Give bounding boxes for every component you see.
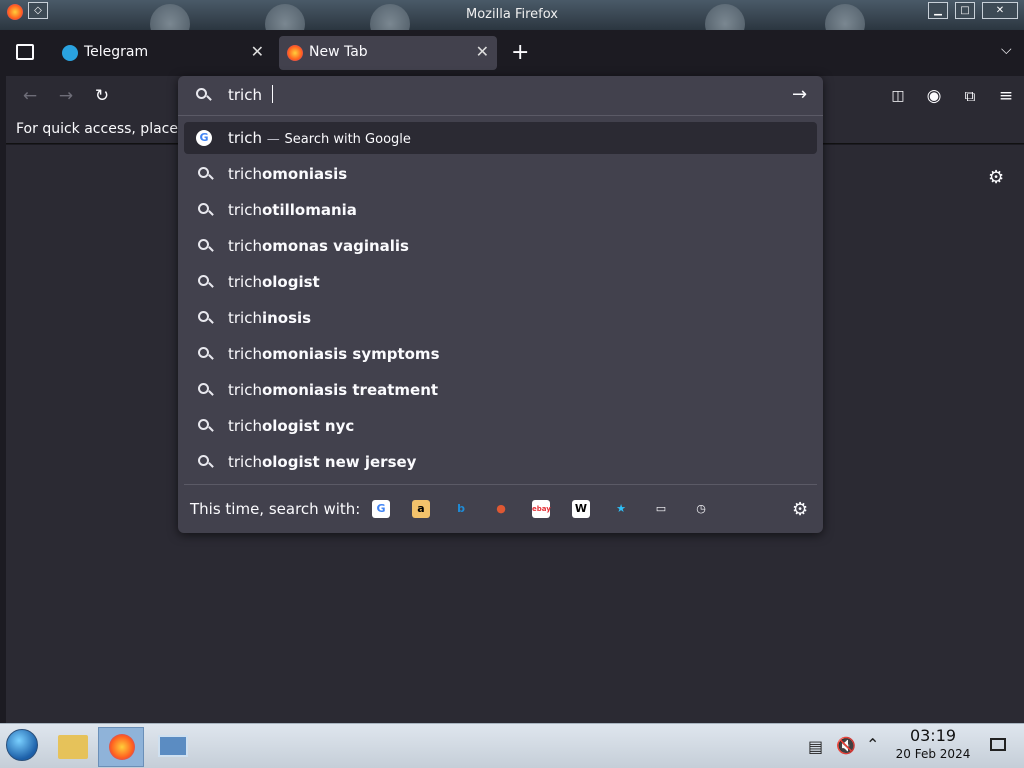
suggestion-prefix: trich — [228, 237, 262, 255]
suggestion-row[interactable]: trichomonas vaginalis — [184, 230, 817, 262]
suggestion-prefix: trich — [228, 453, 262, 471]
file-manager-icon[interactable] — [50, 727, 96, 767]
suggestion-row[interactable]: trichomoniasis — [184, 158, 817, 190]
tab-telegram[interactable]: Telegram ✕ — [54, 36, 272, 70]
close-window-button[interactable]: ✕ — [982, 2, 1018, 19]
firefox-taskbar-icon[interactable] — [98, 727, 144, 767]
suggestion-row[interactable]: trichologist new jersey — [184, 446, 817, 478]
google-icon: G — [196, 130, 212, 146]
page-settings-gear-icon[interactable]: ⚙ — [988, 167, 1004, 188]
close-tab-icon[interactable]: ✕ — [251, 42, 264, 61]
urlbar-input[interactable]: trich → — [178, 76, 823, 116]
suggestion-completion: omoniasis treatment — [261, 381, 439, 399]
search-icon — [198, 275, 214, 290]
bookmarks-star-icon[interactable]: ★ — [612, 500, 630, 518]
urlbar-dropdown: trich → G trich — Search with Google tri… — [178, 76, 823, 533]
suggestion-prefix: trich — [228, 309, 262, 327]
tab-strip: Telegram ✕ New Tab ✕ + ⌵ — [0, 30, 1024, 76]
suggestion-completion: omoniasis — [261, 165, 348, 183]
tray-expand-chevron-icon[interactable]: ⌃ — [866, 735, 879, 754]
oneoff-divider — [184, 484, 817, 485]
clock-date[interactable]: 20 Feb 2024 — [890, 747, 976, 761]
suggestion-row[interactable]: trichomoniasis treatment — [184, 374, 817, 406]
forward-arrow-icon[interactable]: → — [56, 86, 76, 106]
volume-muted-icon[interactable]: 🔇 — [836, 736, 856, 755]
ebay-icon[interactable]: ebay — [532, 500, 551, 518]
suggestion-completion: ologist — [261, 273, 320, 291]
suggestion-prefix: trich — [228, 201, 262, 219]
search-icon — [198, 239, 214, 254]
pocket-icon[interactable]: ◫ — [888, 86, 908, 106]
suggestion-row[interactable]: trichinosis — [184, 302, 817, 334]
wikipedia-icon[interactable]: W — [572, 500, 590, 518]
suggestion-completion: ologist new jersey — [261, 453, 417, 471]
heuristic-result-row[interactable]: G trich — Search with Google — [184, 122, 817, 154]
bookmarks-empty-hint: For quick access, place y — [16, 121, 191, 137]
clock-time[interactable]: 03:19 — [898, 726, 968, 745]
firefox-icon — [287, 45, 303, 61]
result-separator: — — [266, 132, 280, 147]
suggestion-prefix: trich — [228, 417, 262, 435]
text-caret — [272, 85, 273, 103]
search-icon — [198, 167, 214, 182]
go-arrow-icon[interactable]: → — [792, 84, 807, 105]
search-icon — [198, 383, 214, 398]
maximize-button[interactable]: □ — [955, 2, 975, 19]
tab-label: New Tab — [309, 44, 368, 60]
search-settings-gear-icon[interactable]: ⚙ — [792, 499, 808, 520]
google-icon[interactable]: G — [372, 500, 390, 518]
search-icon — [198, 419, 214, 434]
taskbar: ▤ 🔇 ⌃ 03:19 20 Feb 2024 — [0, 723, 1024, 768]
suggestion-completion: inosis — [261, 309, 312, 327]
list-all-tabs-chevron-icon[interactable]: ⌵ — [1001, 42, 1012, 58]
close-tab-icon[interactable]: ✕ — [476, 42, 489, 61]
tab-new-tab[interactable]: New Tab ✕ — [279, 36, 497, 70]
suggestion-row[interactable]: trichomoniasis symptoms — [184, 338, 817, 370]
result-term: trich — [228, 129, 262, 147]
oneoff-label: This time, search with: — [190, 500, 361, 518]
suggestion-row[interactable]: trichologist nyc — [184, 410, 817, 442]
control-panel-icon[interactable] — [150, 727, 196, 767]
suggestion-completion: ologist nyc — [261, 417, 355, 435]
suggestion-completion: otillomania — [261, 201, 357, 219]
window-titlebar: ◇ Mozilla Firefox ▁ □ ✕ — [0, 0, 1024, 30]
extensions-icon[interactable]: ⧉ — [960, 86, 980, 106]
search-icon — [198, 203, 214, 218]
suggestion-prefix: trich — [228, 165, 262, 183]
tabs-icon[interactable]: ▭ — [652, 500, 670, 518]
history-icon[interactable]: ◷ — [692, 500, 710, 518]
suggestion-row[interactable]: trichotillomania — [184, 194, 817, 226]
hamburger-menu-icon[interactable]: ≡ — [996, 86, 1016, 106]
search-icon — [196, 88, 212, 103]
amazon-icon[interactable]: a — [412, 500, 430, 518]
new-tab-plus-icon[interactable]: + — [511, 40, 529, 65]
start-menu-icon[interactable] — [6, 729, 38, 761]
window-title: Mozilla Firefox — [466, 7, 558, 22]
suggestion-prefix: trich — [228, 381, 262, 399]
account-icon[interactable]: ◉ — [924, 86, 944, 106]
clipboard-icon[interactable]: ▤ — [808, 737, 823, 756]
suggestion-row[interactable]: trichologist — [184, 266, 817, 298]
search-icon — [198, 455, 214, 470]
firefox-view-icon[interactable] — [16, 44, 34, 60]
reload-icon[interactable]: ↻ — [92, 86, 112, 106]
tab-label: Telegram — [84, 44, 149, 60]
duckduckgo-icon[interactable]: ● — [492, 500, 510, 518]
urlbar-query-text[interactable]: trich — [228, 86, 262, 104]
search-icon — [198, 347, 214, 362]
suggestion-prefix: trich — [228, 273, 262, 291]
suggestion-completion: omonas vaginalis — [261, 237, 409, 255]
bing-icon[interactable]: b — [452, 500, 470, 518]
telegram-icon — [62, 45, 78, 61]
minimize-button[interactable]: ▁ — [928, 2, 948, 19]
suggestion-completion: omoniasis symptoms — [261, 345, 440, 363]
suggestion-prefix: trich — [228, 345, 262, 363]
search-icon — [198, 311, 214, 326]
result-action: Search with Google — [284, 132, 411, 147]
show-desktop-icon[interactable] — [990, 738, 1006, 751]
back-arrow-icon[interactable]: ← — [20, 86, 40, 106]
